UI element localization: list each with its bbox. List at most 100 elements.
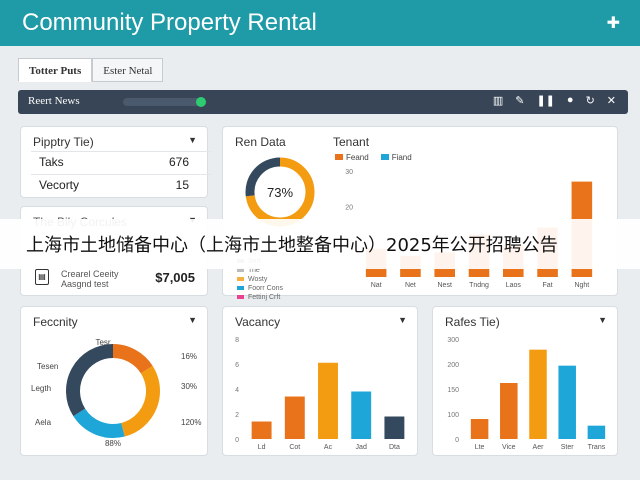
chevron-down-icon[interactable]: ▼ xyxy=(188,315,197,325)
x-tick-label: Vice xyxy=(502,444,516,451)
property-card: Pipptry Tie) ▼ Taks 676 Vecorty 15 xyxy=(20,126,211,200)
x-tick-label: Trans xyxy=(588,444,606,451)
donut-slice xyxy=(73,408,125,438)
y-tick-label: 200 xyxy=(447,362,459,369)
x-tick-label: Lte xyxy=(475,444,485,451)
divider xyxy=(31,174,211,175)
tab-totter-puts[interactable]: Totter Puts xyxy=(18,58,93,82)
plus-icon[interactable]: ✚ xyxy=(607,13,620,33)
app-header: Community Property Rental ✚ xyxy=(0,0,640,46)
tenant-title: Tenant xyxy=(333,135,370,149)
x-tick-label: Cot xyxy=(289,444,300,451)
bar xyxy=(318,362,338,439)
x-tick-label: Dta xyxy=(389,444,400,451)
x-tick-label: Ld xyxy=(258,444,266,451)
donut-label: 30% xyxy=(181,382,197,391)
x-tick-label: Ster xyxy=(561,444,575,451)
bar xyxy=(384,416,405,439)
donut-label: 16% xyxy=(181,352,197,361)
chart-icon[interactable]: ▥ xyxy=(493,94,503,107)
bar xyxy=(251,421,272,439)
x-tick-label: Jad xyxy=(356,444,367,451)
donut-center-label: 73% xyxy=(267,185,293,200)
x-tick-label: Tndng xyxy=(469,282,489,289)
bar xyxy=(500,383,518,439)
toolbar-label: Reert News xyxy=(28,95,80,107)
app-title: Community Property Rental xyxy=(22,9,317,36)
y-tick-label: 0 xyxy=(455,437,459,444)
row-label: Vecorty xyxy=(39,178,80,192)
vacancy-bar-chart: 8 6 4 2 0 Ld Cot Ac Jad Dta xyxy=(235,337,405,451)
toolbar-icons: ▥ ✎ ❚❚ ● ↻ ✕ xyxy=(493,94,616,107)
news-progress-track xyxy=(123,98,203,106)
notice-banner[interactable]: 上海市土地储备中心（上海市土地整备中心）2025年公开招聘公告 xyxy=(0,219,640,269)
y-tick-label: 100 xyxy=(447,412,459,419)
divider xyxy=(31,151,211,152)
y-tick-label: 0 xyxy=(235,437,239,444)
tab-bar: Totter Puts Ester Netal xyxy=(18,58,164,82)
legend-item: Wosty xyxy=(237,275,283,284)
feccnity-card: Feccnity ▼ Tesr 16% 30% 120% 88% Tesen Legth Ae… xyxy=(20,306,208,456)
donut-label: Legth xyxy=(31,384,51,393)
bar xyxy=(558,365,576,439)
x-tick-label: Ac xyxy=(324,444,333,451)
bar xyxy=(587,425,606,439)
x-tick-label: Aer xyxy=(533,444,545,451)
notice-text: 上海市土地储备中心（上海市土地整备中心）2025年公开招聘公告 xyxy=(26,235,558,256)
chevron-down-icon[interactable]: ▼ xyxy=(398,315,407,325)
y-tick-label: 2 xyxy=(235,412,239,419)
legend-swatch xyxy=(380,154,389,160)
x-tick-label: Nat xyxy=(371,282,382,289)
tenant-legend: Feand Fiand xyxy=(335,153,412,162)
vacancy-card: Vacancy ▼ 8 6 4 2 0 Ld Cot Ac Jad Dta xyxy=(222,306,418,456)
pause-icon[interactable]: ❚❚ xyxy=(536,94,554,107)
card-title: Rafes Tie) xyxy=(445,315,500,329)
amount-value: $7,005 xyxy=(155,270,195,285)
donut-label: 120% xyxy=(181,418,201,427)
y-tick-label: 30 xyxy=(345,169,353,176)
y-tick-label: 4 xyxy=(235,387,239,394)
y-tick-label: 8 xyxy=(235,337,239,344)
chevron-down-icon[interactable]: ▼ xyxy=(188,135,197,145)
record-icon[interactable]: ● xyxy=(567,94,574,107)
row-value: 15 xyxy=(175,178,189,192)
card-title: Feccnity xyxy=(33,315,78,329)
legend-swatch xyxy=(237,286,244,290)
legend-label: Foorr Cons xyxy=(248,285,284,292)
document-icon: ▤ xyxy=(35,269,49,285)
tab-ester-netal[interactable]: Ester Netal xyxy=(92,58,164,82)
chevron-down-icon[interactable]: ▼ xyxy=(598,315,607,325)
donut-label: Tesen xyxy=(37,362,58,371)
feccnity-donut-chart: Tesr 16% 30% 120% 88% Tesen Legth Aela xyxy=(31,338,201,448)
card-title: Pipptry Tie) xyxy=(33,135,94,149)
donut-slice xyxy=(66,344,114,417)
status-dot xyxy=(196,97,206,107)
legend-item: Fiand xyxy=(380,153,412,162)
donut-slice xyxy=(120,365,160,437)
bar xyxy=(351,391,372,439)
donut-label: 88% xyxy=(105,439,121,448)
x-tick-label: Fat xyxy=(543,282,553,289)
y-tick-label: 20 xyxy=(345,204,353,211)
donut-slice xyxy=(112,344,153,374)
legend-label: Feand xyxy=(346,153,369,162)
legend-swatch xyxy=(237,277,244,281)
news-toolbar: Reert News ▥ ✎ ❚❚ ● ↻ ✕ xyxy=(18,90,628,114)
legend-swatch xyxy=(237,295,244,299)
x-tick-label: Net xyxy=(405,282,416,289)
account-line: Aasgnd test xyxy=(61,279,109,289)
rates-bar-chart: 300 200 150 100 0 Lte Vice Aer Ster Trans xyxy=(447,337,606,451)
legend-item: Feand xyxy=(335,153,369,162)
list-item: Vecorty 15 xyxy=(39,178,189,200)
legend-item: Foorr Cons xyxy=(237,284,283,293)
legend-label: Fettinj Crft xyxy=(248,294,281,301)
account-line: Crearel Ceeity xyxy=(61,269,119,279)
legend-label: Wosty xyxy=(248,276,268,283)
card-title: Vacancy xyxy=(235,315,281,329)
bar xyxy=(529,349,547,439)
refresh-icon[interactable]: ↻ xyxy=(586,94,595,107)
pen-icon[interactable]: ✎ xyxy=(515,94,524,107)
bar xyxy=(284,396,305,439)
x-tick-label: Laos xyxy=(506,282,522,289)
close-icon[interactable]: ✕ xyxy=(607,94,616,107)
